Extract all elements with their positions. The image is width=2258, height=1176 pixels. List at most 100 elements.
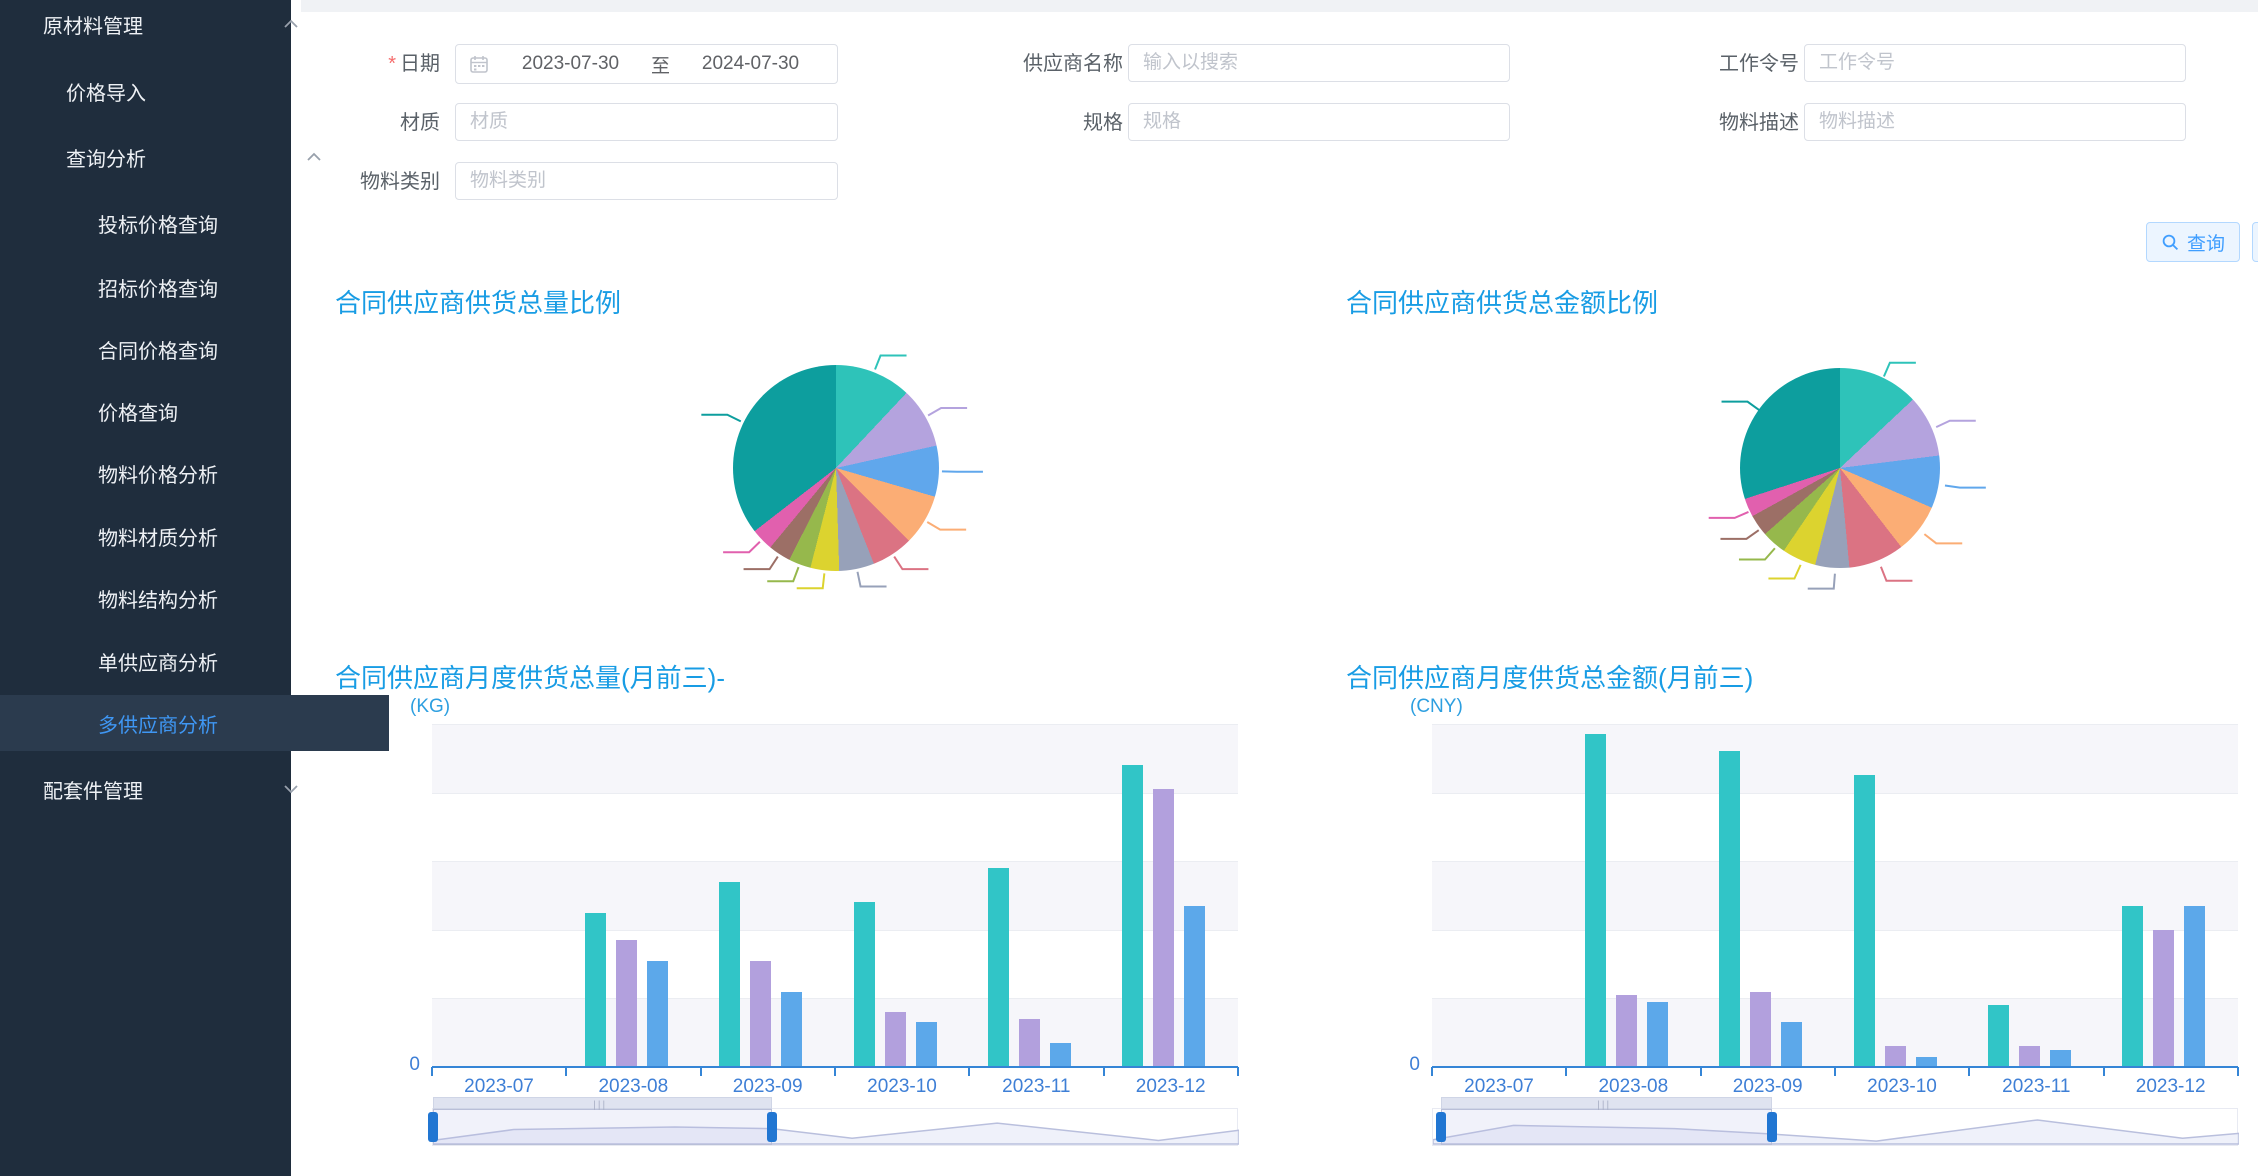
bar-series1-2023-09[interactable] — [719, 882, 740, 1067]
x-axis-tick — [1237, 1067, 1239, 1076]
sidebar-item-label: 物料结构分析 — [98, 584, 218, 613]
pie-chart-total-amount[interactable] — [1740, 368, 1940, 568]
bar1-title: 合同供应商月度供货总量(月前三)- — [335, 658, 725, 695]
material-desc-input[interactable] — [1804, 103, 2186, 141]
bar-chart-quantity[interactable]: 2023-072023-082023-092023-102023-112023-… — [432, 724, 1238, 1067]
pie-leader-line — [767, 567, 798, 581]
sidebar-item-label: 单供应商分析 — [98, 647, 218, 676]
pie-leader-line — [857, 572, 886, 587]
bar-series1-2023-11[interactable] — [988, 868, 1009, 1067]
bar-series2-2023-08[interactable] — [1616, 995, 1637, 1067]
bar-series3-2023-11[interactable] — [1050, 1043, 1071, 1067]
bar-series1-2023-08[interactable] — [585, 913, 606, 1067]
bar-series2-2023-08[interactable] — [616, 940, 637, 1067]
supplier-input[interactable] — [1128, 44, 1510, 82]
workorder-input[interactable] — [1804, 44, 2186, 82]
pie-leader-line — [928, 408, 967, 415]
bar-series2-2023-12[interactable] — [1153, 789, 1174, 1067]
query-button-label: 查询 — [2187, 229, 2225, 256]
material-input[interactable] — [455, 103, 838, 141]
datazoom-move-handle[interactable]: ||| — [1441, 1097, 1771, 1109]
material-category-input[interactable] — [455, 162, 838, 200]
bar-series3-2023-12[interactable] — [1184, 906, 1205, 1067]
date-separator: 至 — [645, 51, 676, 78]
sidebar-item-6[interactable]: 价格查询 — [0, 383, 389, 439]
sidebar-item-4[interactable]: 招标价格查询 — [0, 259, 389, 315]
x-axis-label: 2023-12 — [2104, 1076, 2238, 1098]
sidebar-item-10[interactable]: 单供应商分析 — [0, 633, 389, 689]
datazoom-handle-left[interactable] — [428, 1112, 438, 1142]
bar-series3-2023-09[interactable] — [781, 992, 802, 1067]
sidebar-item-9[interactable]: 物料结构分析 — [0, 570, 389, 626]
x-axis-tick — [565, 1067, 567, 1076]
x-axis-tick — [1431, 1067, 1433, 1076]
date-end-value[interactable]: 2024-07-30 — [676, 53, 825, 75]
datazoom-handle-left[interactable] — [1436, 1112, 1446, 1142]
x-axis-label: 2023-09 — [1701, 1076, 1835, 1098]
sidebar-item-5[interactable]: 合同价格查询 — [0, 321, 389, 377]
sidebar-item-label: 查询分析 — [66, 143, 146, 172]
datazoom-handle-right[interactable] — [1767, 1112, 1777, 1142]
datazoom-move-handle[interactable]: ||| — [433, 1097, 772, 1109]
pie-chart-total-quantity[interactable] — [733, 365, 939, 571]
bar-series2-2023-10[interactable] — [885, 1012, 906, 1067]
plot-band — [1432, 998, 2238, 1067]
x-axis-tick — [968, 1067, 970, 1076]
bar-series2-2023-11[interactable] — [1019, 1019, 1040, 1067]
bar-series1-2023-10[interactable] — [854, 902, 875, 1067]
bar-series1-2023-12[interactable] — [1122, 765, 1143, 1067]
spec-label: 规格 — [923, 103, 1123, 143]
datazoom-window[interactable] — [433, 1109, 772, 1145]
bar-series2-2023-09[interactable] — [750, 961, 771, 1067]
gridline — [432, 724, 1238, 725]
date-range-input[interactable]: 2023-07-30 至 2024-07-30 — [455, 44, 838, 84]
x-axis-tick — [834, 1067, 836, 1076]
gridline — [1432, 793, 2238, 794]
sidebar-item-11[interactable]: 多供应商分析 — [0, 695, 389, 751]
bar-series2-2023-12[interactable] — [2153, 930, 2174, 1067]
bar-series1-2023-10[interactable] — [1854, 775, 1875, 1067]
sidebar-item-12[interactable]: 配套件管理 — [0, 761, 334, 817]
required-asterisk: * — [388, 53, 396, 75]
bar2-datazoom-slider[interactable]: ||| — [1432, 1108, 2238, 1146]
spec-input[interactable] — [1128, 103, 1510, 141]
bar-series2-2023-11[interactable] — [2019, 1046, 2040, 1067]
x-axis-tick — [1968, 1067, 1970, 1076]
bar-series3-2023-12[interactable] — [2184, 906, 2205, 1067]
pie-leader-line — [1936, 421, 1976, 427]
x-axis-tick — [1103, 1067, 1105, 1076]
sidebar-item-8[interactable]: 物料材质分析 — [0, 508, 389, 564]
bar-series2-2023-10[interactable] — [1885, 1046, 1906, 1067]
gridline — [432, 793, 1238, 794]
sidebar-item-3[interactable]: 投标价格查询 — [0, 195, 389, 251]
bar-series1-2023-09[interactable] — [1719, 751, 1740, 1067]
x-axis-label: 2023-07 — [432, 1076, 566, 1098]
date-start-value[interactable]: 2023-07-30 — [496, 53, 645, 75]
pie-leader-line — [1709, 512, 1749, 518]
bar-series3-2023-08[interactable] — [1647, 1002, 1668, 1067]
query-button[interactable]: 查询 — [2146, 222, 2240, 262]
sidebar-item-label: 招标价格查询 — [98, 273, 218, 302]
datazoom-handle-right[interactable] — [767, 1112, 777, 1142]
bar-chart-amount[interactable]: 2023-072023-082023-092023-102023-112023-… — [1432, 724, 2238, 1067]
bar-series3-2023-10[interactable] — [916, 1022, 937, 1067]
bar-series1-2023-12[interactable] — [2122, 906, 2143, 1067]
plot-band — [432, 861, 1238, 930]
material-desc-label: 物料描述 — [1599, 103, 1799, 143]
bar-series2-2023-09[interactable] — [1750, 992, 1771, 1067]
bar-series3-2023-09[interactable] — [1781, 1022, 1802, 1067]
pie-leader-line — [1768, 565, 1800, 579]
bar-series1-2023-08[interactable] — [1585, 734, 1606, 1067]
pie-leader-line — [744, 557, 778, 570]
x-axis-label: 2023-10 — [1835, 1076, 1969, 1098]
bar1-datazoom-slider[interactable]: ||| — [432, 1108, 1238, 1146]
sidebar-item-label: 合同价格查询 — [98, 335, 218, 364]
secondary-button-clipped[interactable] — [2252, 222, 2258, 262]
sidebar-item-7[interactable]: 物料价格分析 — [0, 445, 389, 501]
chevron-up-icon — [280, 13, 302, 35]
datazoom-window[interactable] — [1441, 1109, 1771, 1145]
bar-series3-2023-11[interactable] — [2050, 1050, 2071, 1067]
bar-series1-2023-11[interactable] — [1988, 1005, 2009, 1067]
sidebar-item-label: 多供应商分析 — [98, 709, 218, 738]
bar-series3-2023-08[interactable] — [647, 961, 668, 1067]
